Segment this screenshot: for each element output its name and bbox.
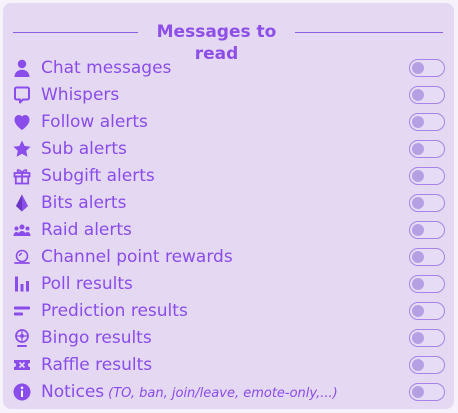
- info-icon: [12, 382, 32, 402]
- toggle-bits-alerts[interactable]: [409, 194, 445, 212]
- option-row-poll-results: Poll results: [3, 270, 454, 297]
- option-label-text: Subgift alerts: [41, 166, 155, 186]
- option-label-bingo-results: Bingo results: [41, 326, 152, 350]
- option-label-channel-point-rewards: Channel point rewards: [41, 245, 233, 269]
- option-label-prediction-results: Prediction results: [41, 299, 188, 323]
- heart-icon: [12, 112, 32, 132]
- option-label-bits-alerts: Bits alerts: [41, 191, 126, 215]
- speech-bubble-icon: [12, 85, 32, 105]
- toggle-knob: [412, 331, 424, 344]
- header-divider-right: [295, 32, 443, 33]
- bar-chart-icon: [12, 274, 32, 294]
- toggle-knob: [412, 61, 424, 74]
- toggle-knob: [412, 196, 424, 209]
- toggle-chat-messages[interactable]: [409, 59, 445, 77]
- toggle-prediction-results[interactable]: [409, 302, 445, 320]
- channel-points-icon: [12, 247, 32, 267]
- toggle-knob: [412, 304, 424, 317]
- option-label-subgift-alerts: Subgift alerts: [41, 164, 155, 188]
- option-label-hint: (TO, ban, join/leave, emote-only,...): [108, 386, 338, 401]
- panel-header: Messages to read: [3, 21, 454, 64]
- option-label-follow-alerts: Follow alerts: [41, 110, 148, 134]
- option-label-text: Raid alerts: [41, 220, 132, 240]
- option-row-bingo-results: Bingo results: [3, 324, 454, 351]
- option-label-whispers: Whispers: [41, 83, 119, 107]
- option-label-text: Raffle results: [41, 355, 153, 375]
- toggle-knob: [412, 223, 424, 236]
- option-label-poll-results: Poll results: [41, 272, 133, 296]
- option-label-text: Notices: [41, 382, 105, 402]
- toggle-knob: [412, 358, 424, 371]
- option-row-raid-alerts: Raid alerts: [3, 216, 454, 243]
- option-row-whispers: Whispers: [3, 81, 454, 108]
- option-label-text: Bits alerts: [41, 193, 127, 213]
- ticket-icon: [12, 355, 32, 375]
- header-divider-left: [13, 32, 138, 33]
- option-label-text: Channel point rewards: [41, 247, 233, 267]
- option-row-notices: Notices (TO, ban, join/leave, emote-only,…: [3, 378, 454, 405]
- toggle-sub-alerts[interactable]: [409, 140, 445, 158]
- option-label-text: Follow alerts: [41, 112, 148, 132]
- toggle-knob: [412, 385, 424, 398]
- option-label-text: Poll results: [41, 274, 133, 294]
- toggle-raffle-results[interactable]: [409, 356, 445, 374]
- toggle-knob: [412, 115, 424, 128]
- toggle-channel-point-rewards[interactable]: [409, 248, 445, 266]
- option-label-text: Whispers: [41, 85, 120, 105]
- raid-group-icon: [12, 220, 32, 240]
- option-label-text: Chat messages: [41, 58, 172, 78]
- toggle-knob: [412, 142, 424, 155]
- toggle-notices[interactable]: [409, 383, 445, 401]
- user-icon: [12, 58, 32, 78]
- option-row-raffle-results: Raffle results: [3, 351, 454, 378]
- gift-icon: [12, 166, 32, 186]
- option-row-subgift-alerts: Subgift alerts: [3, 162, 454, 189]
- bits-gem-icon: [12, 193, 32, 213]
- messages-to-read-panel: Messages to read Chat messages Whispers Fo…: [3, 3, 454, 409]
- toggle-knob: [412, 250, 424, 263]
- option-label-text: Prediction results: [41, 301, 188, 321]
- option-row-follow-alerts: Follow alerts: [3, 108, 454, 135]
- bingo-cage-icon: [12, 328, 32, 348]
- option-label-raid-alerts: Raid alerts: [41, 218, 132, 242]
- option-row-chat-messages: Chat messages: [3, 54, 454, 81]
- option-row-prediction-results: Prediction results: [3, 297, 454, 324]
- toggle-raid-alerts[interactable]: [409, 221, 445, 239]
- star-icon: [12, 139, 32, 159]
- option-row-sub-alerts: Sub alerts: [3, 135, 454, 162]
- toggle-whispers[interactable]: [409, 86, 445, 104]
- option-label-raffle-results: Raffle results: [41, 353, 152, 377]
- prediction-bars-icon: [12, 301, 32, 321]
- option-label-chat-messages: Chat messages: [41, 56, 171, 80]
- option-row-channel-point-rewards: Channel point rewards: [3, 243, 454, 270]
- option-row-bits-alerts: Bits alerts: [3, 189, 454, 216]
- toggle-knob: [412, 88, 424, 101]
- option-label-sub-alerts: Sub alerts: [41, 137, 127, 161]
- toggle-poll-results[interactable]: [409, 275, 445, 293]
- option-label-text: Sub alerts: [41, 139, 127, 159]
- toggle-bingo-results[interactable]: [409, 329, 445, 347]
- toggle-follow-alerts[interactable]: [409, 113, 445, 131]
- toggle-knob: [412, 277, 424, 290]
- option-label-notices: Notices (TO, ban, join/leave, emote-only,…: [41, 380, 338, 406]
- toggle-knob: [412, 169, 424, 182]
- option-label-text: Bingo results: [41, 328, 152, 348]
- toggle-subgift-alerts[interactable]: [409, 167, 445, 185]
